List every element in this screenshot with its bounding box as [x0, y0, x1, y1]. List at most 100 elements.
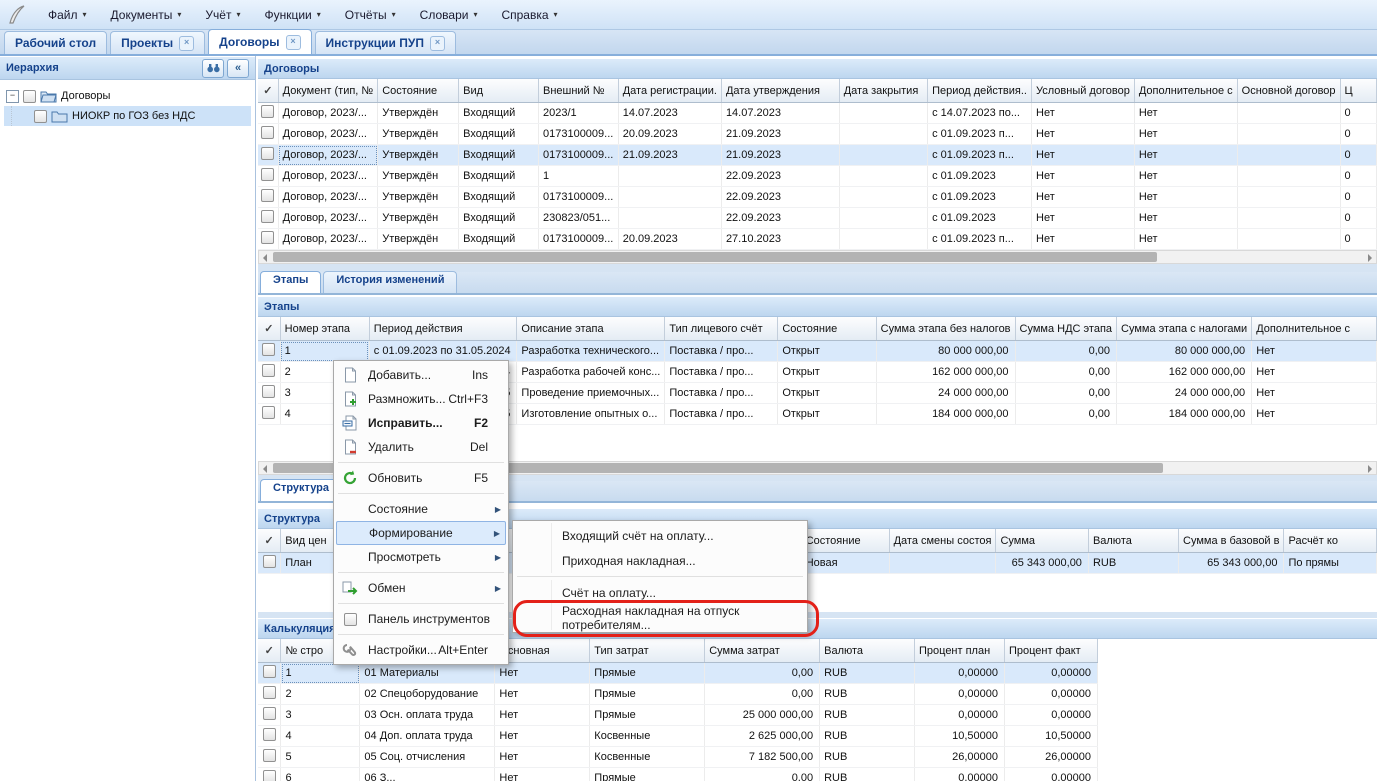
contracts-h-scrollbar[interactable]: [258, 250, 1377, 264]
table-row[interactable]: Договор, 2023/...УтверждёнВходящий017310…: [258, 124, 1377, 145]
column-header[interactable]: Сумма НДС этапа: [1015, 317, 1117, 341]
table-row[interactable]: 606 З...НетПрямые0,00RUB0,000000,00000: [258, 768, 1098, 781]
row-checkbox[interactable]: [261, 147, 274, 160]
row-checkbox[interactable]: [261, 189, 274, 202]
row-checkbox[interactable]: [263, 707, 276, 720]
column-header[interactable]: Дата регистрации.: [618, 79, 721, 103]
submenu-item-goods-receipt[interactable]: Приходная накладная...: [515, 548, 805, 573]
collapse-panel-button[interactable]: «: [227, 59, 249, 78]
column-header[interactable]: Документ (тип, №: [278, 79, 378, 103]
tree-node-contracts[interactable]: − Договоры: [4, 86, 251, 106]
scroll-left-arrow-icon[interactable]: [263, 465, 267, 473]
column-header[interactable]: Основная: [495, 639, 590, 663]
column-header[interactable]: Ц: [1340, 79, 1376, 103]
tab-change-history[interactable]: История изменений: [323, 271, 457, 293]
tab-stages[interactable]: Этапы: [260, 271, 321, 293]
table-row[interactable]: Договор, 2023/...УтверждёнВходящий017310…: [258, 187, 1377, 208]
column-header[interactable]: Описание этапа: [517, 317, 665, 341]
submenu-item-incoming-invoice[interactable]: Входящий счёт на оплату...: [515, 523, 805, 548]
column-header[interactable]: Процент план: [915, 639, 1005, 663]
tab-contracts[interactable]: Договоры×: [208, 29, 311, 54]
menu-functions[interactable]: Функции▾: [252, 4, 332, 26]
menu-item-generation[interactable]: Формирование ▶: [336, 521, 506, 545]
menu-item-settings[interactable]: Настройки... Alt+Enter: [336, 638, 506, 662]
submenu-item-outgoing-waybill[interactable]: Расходная накладная на отпуск потребител…: [515, 605, 805, 630]
row-checkbox[interactable]: [263, 555, 276, 568]
node-checkbox[interactable]: [34, 110, 47, 123]
check-column-header[interactable]: ✓: [258, 639, 281, 663]
column-header[interactable]: Состояние: [378, 79, 459, 103]
menu-accounting[interactable]: Учёт▾: [193, 4, 252, 26]
menu-item-state[interactable]: Состояние ▶: [336, 497, 506, 521]
row-checkbox[interactable]: [263, 665, 276, 678]
column-header[interactable]: Условный договор: [1032, 79, 1135, 103]
table-row[interactable]: 505 Соц. отчисленияНетКосвенные7 182 500…: [258, 747, 1098, 768]
menu-help[interactable]: Справка▾: [489, 4, 569, 26]
column-header[interactable]: Внешний №: [538, 79, 618, 103]
column-header[interactable]: Период действия..: [928, 79, 1032, 103]
column-header[interactable]: Период действия: [369, 317, 517, 341]
check-column-header[interactable]: ✓: [258, 529, 281, 553]
search-binoculars-button[interactable]: [202, 59, 224, 78]
column-header[interactable]: Состояние: [801, 529, 889, 553]
menu-file[interactable]: Файл▾: [36, 4, 99, 26]
column-header[interactable]: Сумма в базовой в: [1179, 529, 1284, 553]
column-header[interactable]: Валюта: [1088, 529, 1178, 553]
column-header[interactable]: Сумма затрат: [705, 639, 820, 663]
row-checkbox[interactable]: [263, 686, 276, 699]
row-checkbox[interactable]: [261, 126, 274, 139]
column-header[interactable]: Дополнительное с: [1134, 79, 1237, 103]
tab-structure[interactable]: Структура: [260, 479, 342, 501]
scroll-left-arrow-icon[interactable]: [263, 254, 267, 262]
row-checkbox[interactable]: [261, 231, 274, 244]
scroll-right-arrow-icon[interactable]: [1368, 254, 1372, 262]
close-icon[interactable]: ×: [430, 36, 445, 51]
menu-item-view[interactable]: Просмотреть ▶: [336, 545, 506, 569]
close-icon[interactable]: ×: [179, 36, 194, 51]
column-header[interactable]: Вид: [459, 79, 539, 103]
column-header[interactable]: Тип затрат: [590, 639, 705, 663]
menu-reports[interactable]: Отчёты▾: [333, 4, 408, 26]
row-checkbox[interactable]: [261, 105, 274, 118]
node-checkbox[interactable]: [23, 90, 36, 103]
table-row[interactable]: 101 МатериалыНетПрямые0,00RUB0,000000,00…: [258, 663, 1098, 684]
column-header[interactable]: Дата закрытия: [839, 79, 927, 103]
table-row[interactable]: Договор, 2023/...УтверждёнВходящий122.09…: [258, 166, 1377, 187]
row-checkbox[interactable]: [261, 210, 274, 223]
menu-item-toolbar[interactable]: Панель инструментов: [336, 607, 506, 631]
check-column-header[interactable]: ✓: [258, 317, 280, 341]
menu-dictionaries[interactable]: Словари▾: [408, 4, 490, 26]
table-row[interactable]: Договор, 2023/...УтверждёнВходящий2023/1…: [258, 103, 1377, 124]
row-checkbox[interactable]: [261, 168, 274, 181]
menu-item-refresh[interactable]: Обновить F5: [336, 466, 506, 490]
column-header[interactable]: Тип лицевого счёт: [665, 317, 778, 341]
column-header[interactable]: Сумма этапа без налогов: [876, 317, 1015, 341]
table-row[interactable]: Договор, 2023/...УтверждёнВходящий230823…: [258, 208, 1377, 229]
column-header[interactable]: Дата утверждения: [721, 79, 839, 103]
row-checkbox[interactable]: [262, 385, 275, 398]
column-header[interactable]: Валюта: [820, 639, 915, 663]
column-header[interactable]: Дата смены состоя: [889, 529, 996, 553]
check-column-header[interactable]: ✓: [258, 79, 278, 103]
menu-documents[interactable]: Документы▾: [99, 4, 194, 26]
collapse-minus-icon[interactable]: −: [6, 90, 19, 103]
column-header[interactable]: Номер этапа: [280, 317, 369, 341]
tree-node-niokr[interactable]: НИОКР по ГОЗ без НДС: [4, 106, 251, 126]
table-row[interactable]: Договор, 2023/...УтверждёнВходящий017310…: [258, 145, 1377, 166]
row-checkbox[interactable]: [263, 770, 276, 781]
row-checkbox[interactable]: [262, 343, 275, 356]
scroll-right-arrow-icon[interactable]: [1368, 465, 1372, 473]
menu-item-exchange[interactable]: Обмен ▶: [336, 576, 506, 600]
table-row[interactable]: Договор, 2023/...УтверждёнВходящий017310…: [258, 229, 1377, 250]
column-header[interactable]: Сумма этапа с налогами: [1117, 317, 1252, 341]
menu-item-duplicate[interactable]: Размножить... Ctrl+F3: [336, 387, 506, 411]
row-checkbox[interactable]: [263, 749, 276, 762]
column-header[interactable]: Основной договор: [1237, 79, 1340, 103]
column-header[interactable]: Состояние: [778, 317, 876, 341]
column-header[interactable]: Процент факт: [1004, 639, 1097, 663]
table-row[interactable]: 1с 01.09.2023 по 31.05.2024Разработка те…: [258, 341, 1377, 362]
tab-desktop[interactable]: Рабочий стол: [4, 31, 107, 54]
row-checkbox[interactable]: [263, 728, 276, 741]
table-row[interactable]: 202 СпецоборудованиеНетПрямые0,00RUB0,00…: [258, 684, 1098, 705]
tab-projects[interactable]: Проекты×: [110, 31, 205, 54]
